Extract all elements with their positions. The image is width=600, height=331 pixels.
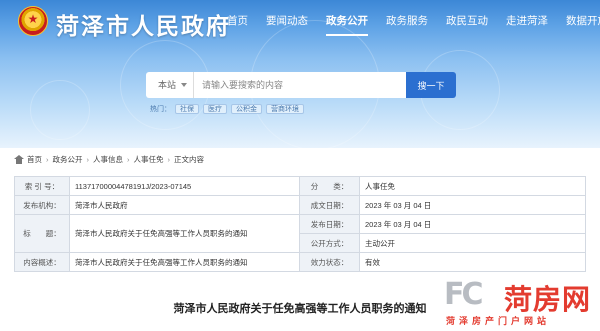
breadcrumb-personnel[interactable]: 人事信息 [93, 154, 123, 165]
site-title[interactable]: 菏泽市人民政府 [56, 7, 231, 41]
nav-open-data[interactable]: 数据开放 [557, 0, 600, 42]
title-label: 标 题： [14, 214, 70, 253]
home-icon [14, 154, 24, 164]
hot-tag[interactable]: 社保 [175, 104, 199, 114]
category-label: 分 类： [299, 176, 360, 196]
breadcrumb-separator: › [167, 154, 171, 164]
breadcrumb-current: 正文内容 [174, 154, 204, 164]
created-date-value: 2023 年 03 月 04 日 [359, 195, 586, 215]
table-row: 索 引 号： 11371700004478191J/2023-07145 分 类… [14, 176, 586, 196]
nav-gov-services[interactable]: 政务服务 [377, 0, 437, 42]
issuer-value: 菏泽市人民政府 [69, 195, 300, 215]
hot-search-tags: 热门： 社保 医疗 公积金 营商环境 [150, 104, 308, 114]
site-header: ★ 菏泽市人民政府 首页 要闻动态 政务公开 政务服务 政民互动 走进菏泽 数据… [0, 0, 600, 148]
document-info-table: 索 引 号： 11371700004478191J/2023-07145 分 类… [14, 176, 586, 272]
summary-value: 菏泽市人民政府关于任免高强等工作人员职务的通知 [69, 252, 300, 272]
table-row: 内容概述： 菏泽市人民政府关于任免高强等工作人员职务的通知 效力状态： 有效 [14, 252, 586, 272]
publish-method-value: 主动公开 [359, 233, 586, 253]
breadcrumb-gov-affairs[interactable]: 政务公开 [53, 154, 83, 165]
nav-interaction[interactable]: 政民互动 [437, 0, 497, 42]
nav-about-heze[interactable]: 走进菏泽 [497, 0, 557, 42]
breadcrumb-separator: › [46, 154, 49, 164]
watermark-name: 菏房网 [504, 284, 592, 315]
search-scope-label: 本站 [158, 80, 177, 90]
created-date-label: 成文日期： [299, 195, 360, 215]
main-nav: 首页 要闻动态 政务公开 政务服务 政民互动 走进菏泽 数据开放 [218, 0, 600, 42]
index-label: 索 引 号： [14, 176, 70, 196]
breadcrumb-separator: › [86, 154, 90, 164]
publish-method-label: 公开方式： [299, 233, 360, 253]
hot-label: 热门： [150, 106, 171, 113]
table-row: 发布机构： 菏泽市人民政府 成文日期： 2023 年 03 月 04 日 [14, 195, 586, 215]
watermark-logo: FC 菏房网 菏泽房产门户网站 [440, 277, 600, 331]
watermark-subtitle: 菏泽房产门户网站 [446, 316, 551, 326]
search-button[interactable]: 搜一下 [406, 72, 456, 98]
hot-tag[interactable]: 营商环境 [266, 104, 304, 114]
nav-home[interactable]: 首页 [218, 0, 257, 42]
breadcrumb-separator: › [127, 154, 130, 164]
watermark-mark: FC [444, 277, 483, 312]
validity-label: 效力状态： [299, 252, 360, 272]
nav-news[interactable]: 要闻动态 [257, 0, 317, 42]
chevron-down-icon [181, 83, 187, 87]
decor-circle [30, 80, 90, 140]
summary-label: 内容概述： [14, 252, 70, 272]
breadcrumb: 首页 › 政务公开 › 人事信息 › 人事任免 › 正文内容 [14, 152, 204, 166]
search-scope-select[interactable]: 本站 [146, 72, 194, 98]
published-date-label: 发布日期： [299, 214, 360, 234]
top-bar: ★ 菏泽市人民政府 首页 要闻动态 政务公开 政务服务 政民互动 走进菏泽 数据… [0, 0, 600, 42]
validity-value: 有效 [359, 252, 586, 272]
breadcrumb-home[interactable]: 首页 [27, 154, 42, 165]
issuer-label: 发布机构： [14, 195, 70, 215]
table-row: 标 题： 菏泽市人民政府关于任免高强等工作人员职务的通知 发布日期： 2023 … [14, 214, 586, 253]
search-input[interactable] [194, 72, 406, 98]
national-emblem-icon: ★ [18, 6, 48, 36]
category-value: 人事任免 [359, 176, 586, 196]
nav-gov-affairs[interactable]: 政务公开 [317, 0, 377, 42]
index-value: 11371700004478191J/2023-07145 [69, 176, 300, 196]
published-date-value: 2023 年 03 月 04 日 [359, 214, 586, 234]
search-bar: 本站 搜一下 [146, 72, 456, 98]
hot-tag[interactable]: 公积金 [231, 104, 262, 114]
hot-tag[interactable]: 医疗 [203, 104, 227, 114]
breadcrumb-appointments[interactable]: 人事任免 [134, 154, 164, 165]
title-value: 菏泽市人民政府关于任免高强等工作人员职务的通知 [69, 214, 300, 253]
